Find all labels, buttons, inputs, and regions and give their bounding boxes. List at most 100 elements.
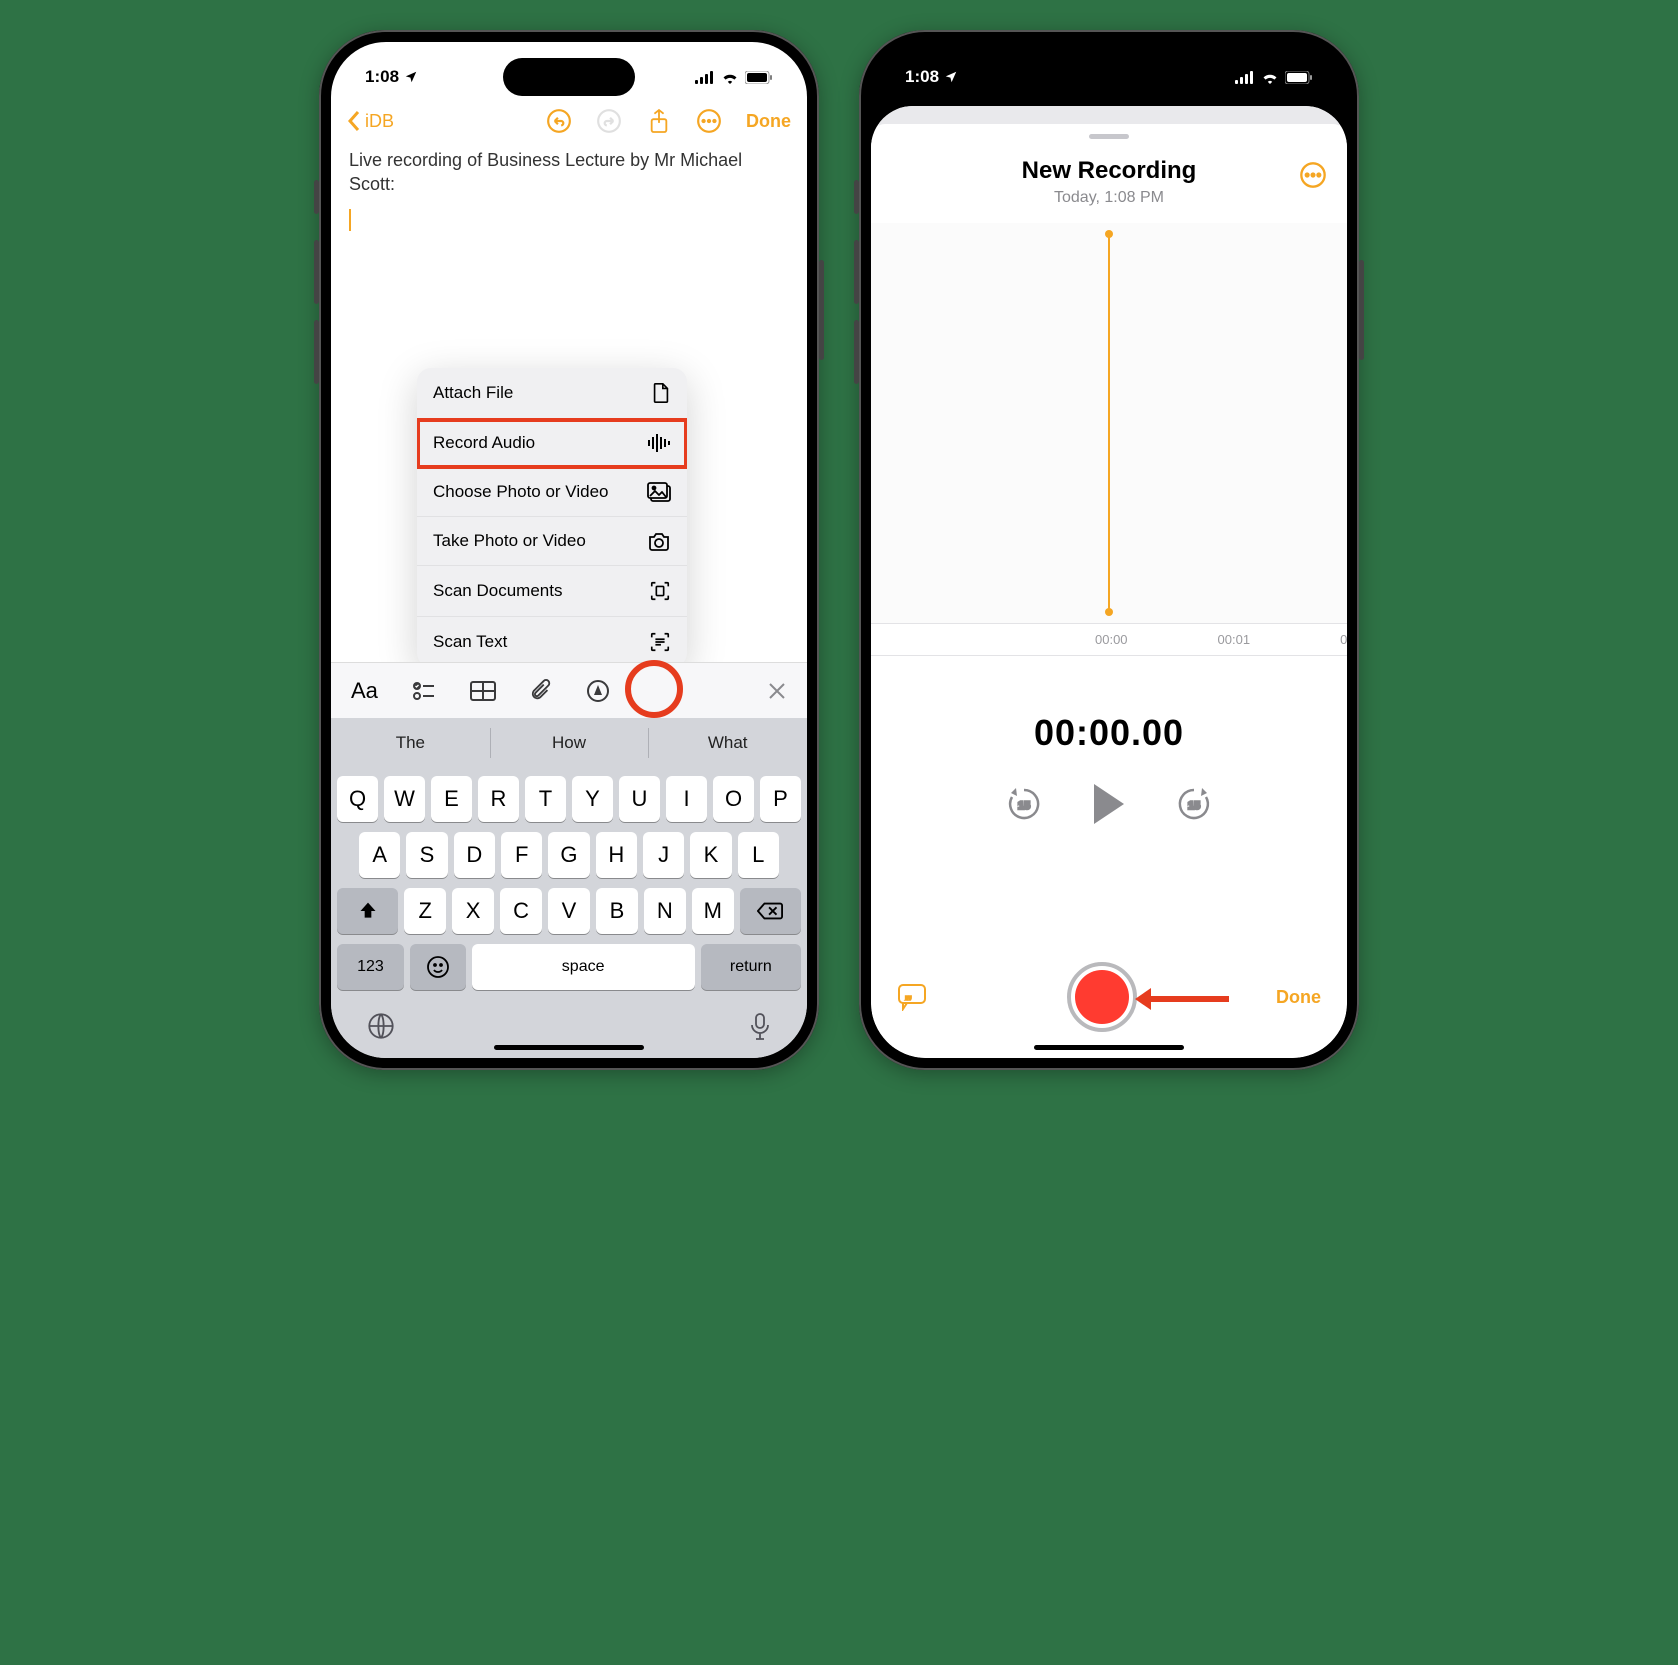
key-i[interactable]: I [666,776,707,822]
cellular-icon [695,71,715,84]
key-s[interactable]: S [406,832,447,878]
markup-button[interactable] [586,679,610,703]
key-p[interactable]: P [760,776,801,822]
more-button[interactable] [696,108,722,134]
timeline-tick: 00: [1340,632,1347,647]
key-h[interactable]: H [596,832,637,878]
battery-icon [1285,71,1313,84]
key-y[interactable]: Y [572,776,613,822]
key-b[interactable]: B [596,888,638,934]
key-row-1: QWERTYUIOP [337,776,801,822]
record-icon [1075,970,1129,1024]
key-e[interactable]: E [431,776,472,822]
key-q[interactable]: Q [337,776,378,822]
play-button[interactable] [1094,784,1124,824]
key-n[interactable]: N [644,888,686,934]
key-f[interactable]: F [501,832,542,878]
globe-key[interactable] [367,1012,395,1042]
keyboard-suggestions: The How What [331,718,807,768]
checklist-button[interactable] [412,681,436,701]
note-text: Live recording of Business Lecture by Mr… [349,150,742,194]
key-j[interactable]: J [643,832,684,878]
key-v[interactable]: V [548,888,590,934]
svg-text:15: 15 [1018,800,1030,812]
close-toolbar-button[interactable] [767,681,787,701]
playhead[interactable] [1108,233,1110,613]
home-indicator[interactable] [494,1045,644,1050]
svg-text:,,: ,, [905,987,912,1001]
share-button[interactable] [646,108,672,134]
key-w[interactable]: W [384,776,425,822]
notes-nav: iDB Done [331,100,807,144]
wifi-icon [721,71,739,84]
key-r[interactable]: R [478,776,519,822]
space-key[interactable]: space [472,944,695,990]
home-indicator[interactable] [1034,1045,1184,1050]
emoji-key[interactable] [410,944,466,990]
keyboard: QWERTYUIOP ASDFGHJKL ZXCVBNM 123 space r… [331,768,807,1058]
timeline[interactable]: 00:00 00:01 00: [871,623,1347,656]
key-l[interactable]: L [738,832,779,878]
recording-more-button[interactable] [1299,161,1327,189]
menu-record-audio[interactable]: Record Audio [417,419,687,468]
suggestion-1[interactable]: The [331,718,490,768]
transcript-button[interactable]: ,, [897,983,927,1011]
recording-done-button[interactable]: Done [1276,987,1321,1008]
status-time: 1:08 [365,67,399,87]
key-g[interactable]: G [548,832,589,878]
key-row-4: 123 space return [337,944,801,990]
menu-take-photo[interactable]: Take Photo or Video [417,517,687,566]
key-x[interactable]: X [452,888,494,934]
numbers-key[interactable]: 123 [337,944,404,990]
menu-attach-file[interactable]: Attach File [417,368,687,419]
text-cursor [349,209,351,231]
dictation-key[interactable] [749,1012,771,1042]
skip-back-button[interactable]: 15 [1004,784,1044,824]
location-icon [404,70,418,84]
document-icon [651,382,671,404]
key-z[interactable]: Z [404,888,446,934]
record-button[interactable] [1067,962,1137,1032]
scan-text-icon [649,631,671,653]
timeline-tick: 00:01 [1218,632,1251,647]
menu-scan-documents[interactable]: Scan Documents [417,566,687,617]
menu-scan-text[interactable]: Scan Text [417,617,687,667]
scan-doc-icon [649,580,671,602]
suggestion-3[interactable]: What [648,718,807,768]
key-m[interactable]: M [692,888,734,934]
undo-button[interactable] [546,108,572,134]
key-d[interactable]: D [454,832,495,878]
key-k[interactable]: K [690,832,731,878]
recording-title: New Recording [891,157,1327,185]
backspace-key[interactable] [740,888,801,934]
redo-button[interactable] [596,108,622,134]
key-u[interactable]: U [619,776,660,822]
camera-icon [647,531,671,551]
screen-recording: 1:08 New Recording Today, 1:08 PM [871,42,1347,1058]
key-row-2: ASDFGHJKL [337,832,801,878]
elapsed-time: 00:00.00 [871,712,1347,754]
shift-key[interactable] [337,888,398,934]
phone-right: 1:08 New Recording Today, 1:08 PM [859,30,1359,1070]
transport-controls: 15 15 [871,784,1347,824]
key-a[interactable]: A [359,832,400,878]
waveform-icon [647,434,671,452]
status-time: 1:08 [905,67,939,87]
table-button[interactable] [470,681,496,701]
skip-forward-button[interactable]: 15 [1174,784,1214,824]
menu-choose-photo[interactable]: Choose Photo or Video [417,468,687,517]
done-button[interactable]: Done [746,111,791,132]
note-content[interactable]: Live recording of Business Lecture by Mr… [331,144,807,235]
back-button[interactable]: iDB [347,110,394,132]
attach-button[interactable] [530,678,552,704]
text-format-button[interactable]: Aa [351,678,378,704]
return-key[interactable]: return [701,944,801,990]
key-t[interactable]: T [525,776,566,822]
key-o[interactable]: O [713,776,754,822]
screen-notes: 1:08 iDB [331,42,807,1058]
sheet-grabber[interactable] [1089,134,1129,139]
suggestion-2[interactable]: How [490,718,649,768]
annotation-arrow [1149,996,1229,1002]
key-c[interactable]: C [500,888,542,934]
waveform-area[interactable] [871,223,1347,623]
